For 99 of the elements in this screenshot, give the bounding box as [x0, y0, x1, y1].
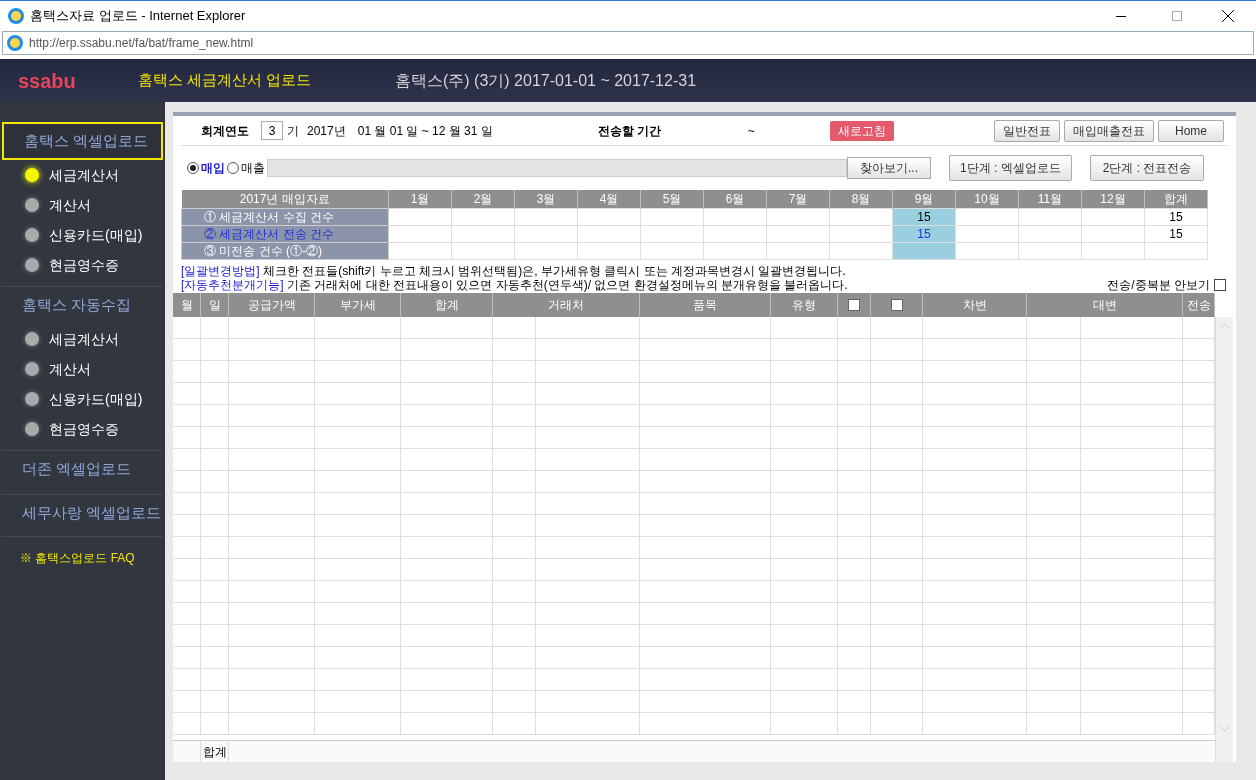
column-header: 4월 [577, 190, 641, 209]
hide-sent-checkbox[interactable]: 전송/중복분 안보기 [1107, 278, 1226, 292]
table-cell [451, 225, 515, 243]
fiscal-year-label: 회계연도 [201, 122, 249, 140]
column-header: 유형 [792, 297, 816, 314]
term-unit: 기 [287, 122, 299, 140]
sidebar-item[interactable]: 계산서 [0, 354, 165, 384]
column-header: 부가세 [339, 297, 376, 314]
column-header: 2월 [451, 190, 515, 209]
column-header: 공급가액 [247, 297, 296, 314]
radio-option[interactable]: 매출 [227, 159, 265, 177]
maximize-icon[interactable] [1172, 11, 1182, 21]
sidebar-section[interactable]: 더존 엑셀업로드 [2, 450, 163, 488]
sidebar-item[interactable]: 계산서 [0, 190, 165, 220]
sidebar-item[interactable]: 신용카드(매입) [0, 384, 165, 414]
scroll-up-icon[interactable] [1219, 323, 1230, 329]
table-cell [1018, 225, 1082, 243]
step-button[interactable]: 2단계 : 전표전송 [1089, 155, 1205, 181]
close-icon[interactable] [1222, 10, 1234, 22]
select-all-checkbox[interactable] [890, 299, 903, 311]
step-button[interactable]: 1단계 : 엑셀업로드 [949, 155, 1072, 181]
column-header: 합계 [434, 297, 459, 314]
column-header: 거래처 [548, 297, 584, 314]
select-all-checkbox[interactable] [848, 299, 860, 311]
column-header: 10월 [955, 190, 1019, 209]
address-bar[interactable]: http://erp.ssabu.net/fa/bat/frame_new.html [2, 31, 1254, 55]
row-label: ① 세금계산서 수집 건수 [181, 208, 389, 226]
sidebar-item[interactable]: 신용카드(매입) [0, 220, 165, 250]
table-cell: 15 [892, 208, 956, 226]
radio-option[interactable]: 매입 [187, 159, 225, 177]
table-cell [514, 242, 578, 260]
page-title: 홈택스 세금계산서 업로드 [138, 70, 313, 91]
total-label: 합계 [202, 743, 227, 761]
column-header: 합계 [1144, 190, 1208, 209]
company-period: 홈택스(주) (3기) 2017-01-01 ~ 2017-12-31 [395, 70, 697, 91]
help-note: [일괄변경방법] 체크한 전표들(shift키 누르고 체크시 범위선택됨)은, 부가세유형 클릭시 또는 계정과목변경시 일괄변경됩니다. [181, 264, 847, 278]
table-cell: 15 [1144, 225, 1208, 243]
column-header: 8월 [829, 190, 893, 209]
column-header: 7월 [766, 190, 830, 209]
column-header: 5월 [640, 190, 704, 209]
table-cell [1081, 225, 1145, 243]
send-period: ~ [747, 122, 756, 140]
sidebar-item[interactable]: 세금계산서 [0, 324, 165, 354]
scrollbar[interactable] [1215, 317, 1233, 762]
column-header: 1월 [388, 190, 452, 209]
sidebar-item[interactable]: 현금영수증 [0, 250, 165, 280]
browse-button[interactable]: 찾아보기... [847, 157, 931, 179]
refresh-button[interactable]: 새로고침 [829, 120, 894, 141]
sidebar-item[interactable]: 현금영수증 [0, 414, 165, 444]
column-header: 일 [208, 297, 221, 314]
sidebar-item[interactable]: 세금계산서 [0, 160, 165, 190]
table-cell [514, 225, 578, 243]
table-cell [388, 242, 452, 260]
nav-button[interactable]: 매입매출전표 [1064, 119, 1154, 142]
table-cell [1144, 242, 1208, 260]
table-cell [955, 225, 1019, 243]
table-cell [388, 225, 452, 243]
table-cell [577, 242, 641, 260]
fiscal-year: 2017년 [307, 122, 346, 140]
table-cell [640, 225, 704, 243]
column-header: 전송 [1186, 297, 1211, 314]
browser-logo-icon [8, 8, 24, 24]
table-cell [766, 225, 830, 243]
column-header: 품목 [693, 297, 717, 314]
table-cell [640, 242, 704, 260]
nav-button[interactable]: Home [1158, 119, 1224, 142]
sidebar-section[interactable]: 홈택스 엑셀업로드 [2, 122, 163, 160]
table-cell: 15 [1144, 208, 1208, 226]
table-cell [703, 242, 767, 260]
nav-button[interactable]: 일반전표 [994, 119, 1060, 142]
table-cell [1018, 242, 1082, 260]
logo: ssabu [17, 68, 77, 94]
table-cell [451, 242, 515, 260]
help-note: [자동추천분개기능] 기존 거래처에 대한 전표내용이 있으면 자동추천(연두색)/ 없으면 환경설정메뉴의 분개유형을 불러옵니다. [181, 278, 849, 292]
window-title: 홈택스자료 업로드 - Internet Explorer [30, 7, 246, 26]
scroll-down-icon[interactable] [1219, 726, 1230, 732]
column-header: 대변 [1092, 297, 1117, 314]
table-cell [1081, 242, 1145, 260]
table-cell [829, 225, 893, 243]
column-header: 차변 [962, 297, 987, 314]
table-cell [703, 225, 767, 243]
page-icon [7, 35, 23, 51]
table-cell [577, 225, 641, 243]
column-header: 3월 [514, 190, 578, 209]
term-field[interactable]: 3 [261, 121, 283, 140]
column-header: 12월 [1081, 190, 1145, 209]
send-period-label: 전송할 기간 [597, 122, 663, 140]
fiscal-period: 01 월 01 일 ~ 12 월 31 일 [357, 122, 494, 140]
file-path-field[interactable] [267, 159, 847, 177]
column-header: 11월 [1018, 190, 1082, 209]
minimize-icon[interactable] [1116, 15, 1126, 17]
table-cell [829, 242, 893, 260]
faq-link[interactable]: ※ 홈택스업로드 FAQ [20, 551, 135, 565]
column-header: 6월 [703, 190, 767, 209]
table-cell [955, 242, 1019, 260]
sidebar-section[interactable]: 세무사랑 엑셀업로드 [2, 494, 163, 532]
column-header: 월 [180, 297, 193, 314]
table-cell [766, 242, 830, 260]
sidebar-section[interactable]: 홈택스 자동수집 [2, 286, 163, 324]
